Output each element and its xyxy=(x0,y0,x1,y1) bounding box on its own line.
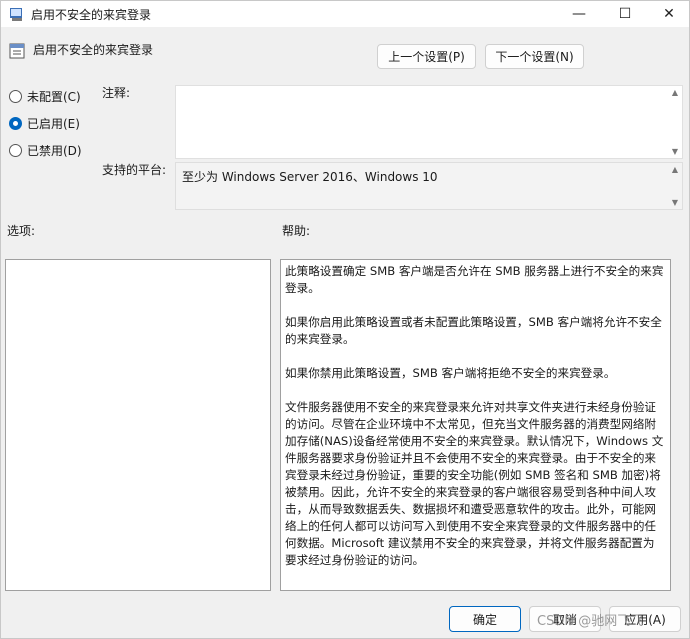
platform-value: 至少为 Windows Server 2016、Windows 10 xyxy=(182,170,438,184)
title-bar: 启用不安全的来宾登录 — ☐ ✕ xyxy=(1,1,689,27)
help-pane: 此策略设置确定 SMB 客户端是否允许在 SMB 服务器上进行不安全的来宾登录。… xyxy=(280,259,671,591)
close-button[interactable]: ✕ xyxy=(647,1,690,27)
options-pane xyxy=(5,259,271,591)
watermark-text: CSDN @驰网飞飞 xyxy=(537,614,644,629)
window-title: 启用不安全的来宾登录 xyxy=(31,8,152,22)
minimize-button[interactable]: — xyxy=(557,1,601,27)
scroll-down-icon[interactable]: ▼ xyxy=(672,198,678,207)
radio-circle-checked[interactable] xyxy=(9,116,22,130)
radio-label: 已启用(E) xyxy=(27,116,80,131)
maximize-button[interactable]: ☐ xyxy=(603,1,647,27)
policy-dialog-window: 启用不安全的来宾登录 — ☐ ✕ 启用不安全的来宾登录 上一个设置(P) 下一个… xyxy=(0,0,690,639)
radio-circle[interactable] xyxy=(9,89,22,103)
help-paragraph: 如果你启用此策略设置或者未配置此策略设置，SMB 客户端将允许不安全的来宾登录。 xyxy=(285,315,662,346)
next-setting-button[interactable]: 下一个设置(N) xyxy=(485,44,584,69)
comment-field[interactable]: ▲ ▼ xyxy=(175,85,683,159)
radio-label: 未配置(C) xyxy=(27,89,81,104)
radio-circle[interactable] xyxy=(9,143,22,157)
platform-label: 支持的平台: xyxy=(102,163,167,177)
help-paragraph: 文件服务器使用不安全的来宾登录来允许对共享文件夹进行未经身份验证的访问。尽管在企… xyxy=(285,400,664,567)
policy-app-icon xyxy=(10,8,22,21)
radio-not-configured[interactable]: 未配置(C) xyxy=(9,87,81,105)
radio-enabled[interactable]: 已启用(E) xyxy=(9,114,80,132)
policy-name: 启用不安全的来宾登录 xyxy=(33,43,154,57)
platform-field: 至少为 Windows Server 2016、Windows 10 ▲ ▼ xyxy=(175,162,683,210)
help-paragraph: 此策略设置确定 SMB 客户端是否允许在 SMB 服务器上进行不安全的来宾登录。 xyxy=(285,264,664,295)
scroll-up-icon[interactable]: ▲ xyxy=(672,88,678,97)
ok-button[interactable]: 确定 xyxy=(449,606,521,632)
radio-disabled[interactable]: 已禁用(D) xyxy=(9,141,82,159)
scroll-up-icon[interactable]: ▲ xyxy=(672,165,678,174)
help-paragraph: 如果你禁用此策略设置，SMB 客户端将拒绝不安全的来宾登录。 xyxy=(285,366,616,380)
scroll-down-icon[interactable]: ▼ xyxy=(672,147,678,156)
radio-label: 已禁用(D) xyxy=(27,143,82,158)
previous-setting-button[interactable]: 上一个设置(P) xyxy=(377,44,476,69)
comment-label: 注释: xyxy=(102,86,131,100)
help-section-label: 帮助: xyxy=(282,224,311,238)
policy-setting-icon xyxy=(9,43,25,59)
options-section-label: 选项: xyxy=(7,224,36,238)
